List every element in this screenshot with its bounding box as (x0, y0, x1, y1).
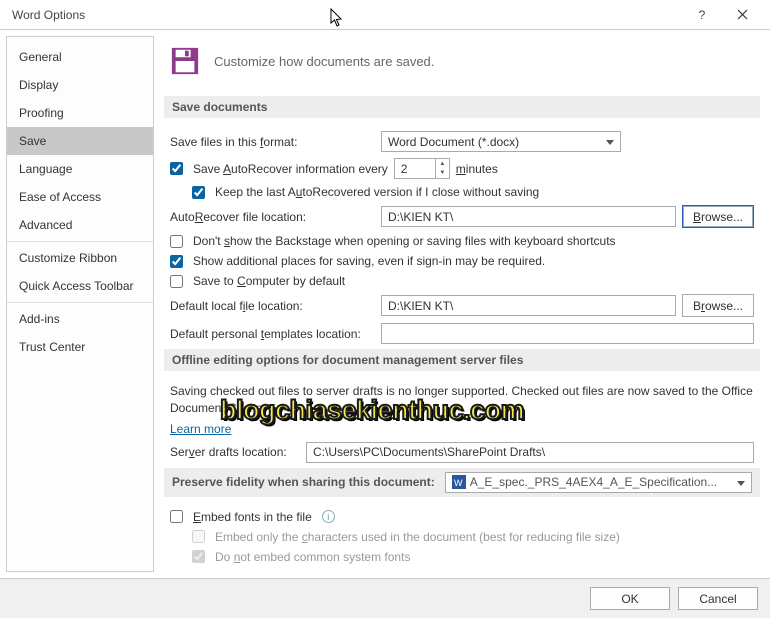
preserve-title: Preserve fidelity when sharing this docu… (172, 475, 435, 489)
header-text: Customize how documents are saved. (214, 54, 434, 69)
save-to-computer-checkbox[interactable] (170, 275, 183, 288)
keep-last-label: Keep the last AutoRecovered version if I… (215, 185, 539, 199)
sidebar-item-language[interactable]: Language (7, 155, 153, 183)
window-title: Word Options (12, 8, 85, 22)
sidebar-item-trust-center[interactable]: Trust Center (7, 333, 153, 361)
close-button[interactable] (722, 1, 762, 29)
sidebar-item-advanced[interactable]: Advanced (7, 211, 153, 239)
sidebar-item-proofing[interactable]: Proofing (7, 99, 153, 127)
section-preserve: Preserve fidelity when sharing this docu… (164, 468, 760, 497)
sidebar-item-save[interactable]: Save (7, 127, 153, 155)
autorecover-value: 2 (401, 162, 408, 176)
titlebar: Word Options ? (0, 0, 770, 30)
no-common-checkbox (192, 550, 205, 563)
ar-location-input[interactable]: D:\KIEN KT\ (381, 206, 676, 227)
autorecover-unit: minutes (456, 162, 498, 176)
save-floppy-icon (170, 46, 200, 76)
show-additional-checkbox[interactable] (170, 255, 183, 268)
section-save-documents: Save documents (164, 96, 760, 118)
autorecover-minutes-input[interactable]: 2 ▲ ▼ (394, 158, 450, 179)
word-doc-icon: W (452, 475, 466, 489)
embed-fonts-checkbox[interactable] (170, 510, 183, 523)
sidebar-item-ease-of-access[interactable]: Ease of Access (7, 183, 153, 211)
dont-show-backstage-label: Don't show the Backstage when opening or… (193, 234, 616, 248)
help-icon: ? (699, 8, 706, 22)
spinner-down-icon[interactable]: ▼ (436, 169, 449, 179)
sidebar-item-customize-ribbon[interactable]: Customize Ribbon (7, 244, 153, 272)
close-icon (737, 9, 748, 20)
cancel-button[interactable]: Cancel (678, 587, 758, 610)
sidebar-divider (7, 241, 153, 242)
server-drafts-input[interactable]: C:\Users\PC\Documents\SharePoint Drafts\ (306, 442, 754, 463)
spinner-up-icon[interactable]: ▲ (436, 159, 449, 169)
default-local-browse-button[interactable]: Browse... (682, 294, 754, 317)
preserve-doc-name: A_E_spec._PRS_4AEX4_A_E_Specification... (470, 475, 718, 489)
default-templates-label: Default personal templates location: (170, 327, 375, 341)
sidebar-divider (7, 302, 153, 303)
sidebar-item-addins[interactable]: Add-ins (7, 305, 153, 333)
section-offline: Offline editing options for document man… (164, 349, 760, 371)
autorecover-checkbox[interactable] (170, 162, 183, 175)
preserve-doc-select[interactable]: W A_E_spec._PRS_4AEX4_A_E_Specification.… (445, 472, 752, 493)
save-to-computer-label: Save to Computer by default (193, 274, 345, 288)
offline-note: Saving checked out files to server draft… (170, 384, 753, 415)
save-format-select[interactable]: Word Document (*.docx) (381, 131, 621, 152)
save-format-label: Save files in this format: (170, 135, 375, 149)
svg-text:W: W (454, 478, 463, 488)
dont-show-backstage-checkbox[interactable] (170, 235, 183, 248)
learn-more-link[interactable]: Learn more (170, 422, 231, 436)
content-panel: Customize how documents are saved. Save … (154, 30, 770, 578)
sidebar-item-quick-access-toolbar[interactable]: Quick Access Toolbar (7, 272, 153, 300)
ok-button[interactable]: OK (590, 587, 670, 610)
options-sidebar: General Display Proofing Save Language E… (6, 36, 154, 572)
default-local-input[interactable]: D:\KIEN KT\ (381, 295, 676, 316)
default-local-label: Default local file location: (170, 299, 375, 313)
default-templates-input[interactable] (381, 323, 754, 344)
server-drafts-label: Server drafts location: (170, 445, 300, 459)
info-icon[interactable]: i (322, 510, 335, 523)
dialog-footer: OK Cancel (0, 578, 770, 618)
embed-chars-checkbox (192, 530, 205, 543)
help-button[interactable]: ? (682, 1, 722, 29)
embed-chars-label: Embed only the characters used in the do… (215, 530, 620, 544)
sidebar-item-display[interactable]: Display (7, 71, 153, 99)
sidebar-item-general[interactable]: General (7, 43, 153, 71)
keep-last-checkbox[interactable] (192, 186, 205, 199)
show-additional-label: Show additional places for saving, even … (193, 254, 545, 268)
autorecover-label: Save AutoRecover information every (193, 162, 388, 176)
ar-location-label: AutoRecover file location: (170, 210, 375, 224)
no-common-label: Do not embed common system fonts (215, 550, 410, 564)
embed-fonts-label: Embed fonts in the file (193, 510, 312, 524)
ar-browse-button[interactable]: Browse... (682, 205, 754, 228)
